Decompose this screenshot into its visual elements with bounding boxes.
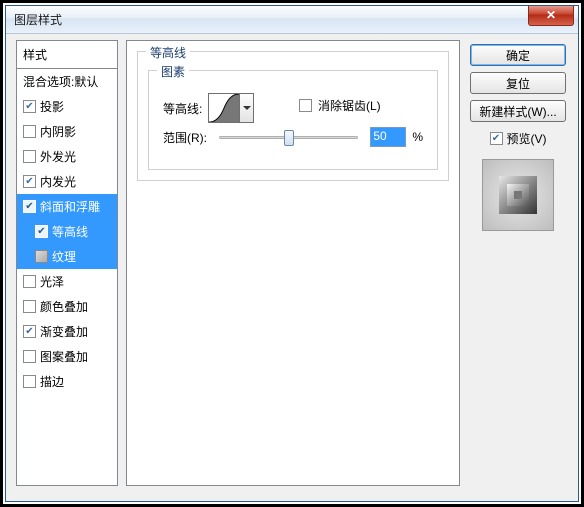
- style-item-texture[interactable]: 纹理: [17, 244, 117, 269]
- checkbox-icon[interactable]: [23, 375, 36, 388]
- checkbox-icon[interactable]: [23, 150, 36, 163]
- checkbox-icon[interactable]: [23, 200, 36, 213]
- new-style-button[interactable]: 新建样式(W)...: [470, 100, 566, 122]
- preview-swatch: [482, 159, 554, 231]
- style-item-bevel-emboss[interactable]: 斜面和浮雕: [17, 194, 117, 219]
- close-button[interactable]: ✕: [528, 6, 574, 26]
- styles-header: 样式: [17, 41, 117, 69]
- style-item-stroke[interactable]: 描边: [17, 369, 117, 394]
- preview-label: 预览(V): [507, 130, 547, 147]
- blend-options-item[interactable]: 混合选项:默认: [17, 69, 117, 94]
- range-input[interactable]: 50: [370, 127, 406, 147]
- checkbox-icon[interactable]: [23, 175, 36, 188]
- style-item-color-overlay[interactable]: 颜色叠加: [17, 294, 117, 319]
- preview-checkbox[interactable]: [490, 132, 503, 145]
- texture-icon: [35, 250, 48, 263]
- style-item-inner-shadow[interactable]: 内阴影: [17, 119, 117, 144]
- ok-button[interactable]: 确定: [470, 44, 566, 66]
- window-title: 图层样式: [14, 11, 62, 28]
- checkbox-icon[interactable]: [23, 125, 36, 138]
- range-slider[interactable]: [219, 127, 358, 147]
- style-item-gradient-overlay[interactable]: 渐变叠加: [17, 319, 117, 344]
- contour-dropdown[interactable]: [240, 93, 254, 123]
- group-elements: 图素 等高线: 消除锯齿(L): [148, 70, 438, 170]
- style-item-inner-glow[interactable]: 内发光: [17, 169, 117, 194]
- style-item-outer-glow[interactable]: 外发光: [17, 144, 117, 169]
- buttons-panel: 确定 复位 新建样式(W)... 预览(V): [468, 40, 568, 486]
- style-item-satin[interactable]: 光泽: [17, 269, 117, 294]
- range-unit: %: [412, 130, 423, 144]
- antialias-checkbox[interactable]: [299, 99, 312, 112]
- contour-picker[interactable]: [208, 93, 240, 123]
- style-item-contour[interactable]: 等高线: [17, 219, 117, 244]
- range-label: 范围(R):: [163, 129, 207, 146]
- group-label: 等高线: [146, 44, 190, 61]
- checkbox-icon[interactable]: [23, 100, 36, 113]
- checkbox-icon[interactable]: [35, 225, 48, 238]
- group-contour: 等高线 图素 等高线:: [137, 51, 449, 181]
- checkbox-icon[interactable]: [23, 350, 36, 363]
- style-item-pattern-overlay[interactable]: 图案叠加: [17, 344, 117, 369]
- checkbox-icon[interactable]: [23, 325, 36, 338]
- style-item-drop-shadow[interactable]: 投影: [17, 94, 117, 119]
- contour-label: 等高线:: [163, 100, 202, 117]
- settings-panel: 等高线 图素 等高线:: [126, 40, 460, 486]
- title-bar: 图层样式 ✕: [6, 6, 578, 34]
- checkbox-icon[interactable]: [23, 275, 36, 288]
- close-icon: ✕: [546, 8, 556, 22]
- group-label: 图素: [157, 63, 189, 80]
- cancel-button[interactable]: 复位: [470, 72, 566, 94]
- styles-panel: 样式 混合选项:默认 投影 内阴影 外发光 内发光 斜面和浮雕 等高线 纹理 光…: [16, 40, 118, 486]
- checkbox-icon[interactable]: [23, 300, 36, 313]
- antialias-label: 消除锯齿(L): [318, 97, 381, 114]
- bevel-preview-icon: [499, 176, 537, 214]
